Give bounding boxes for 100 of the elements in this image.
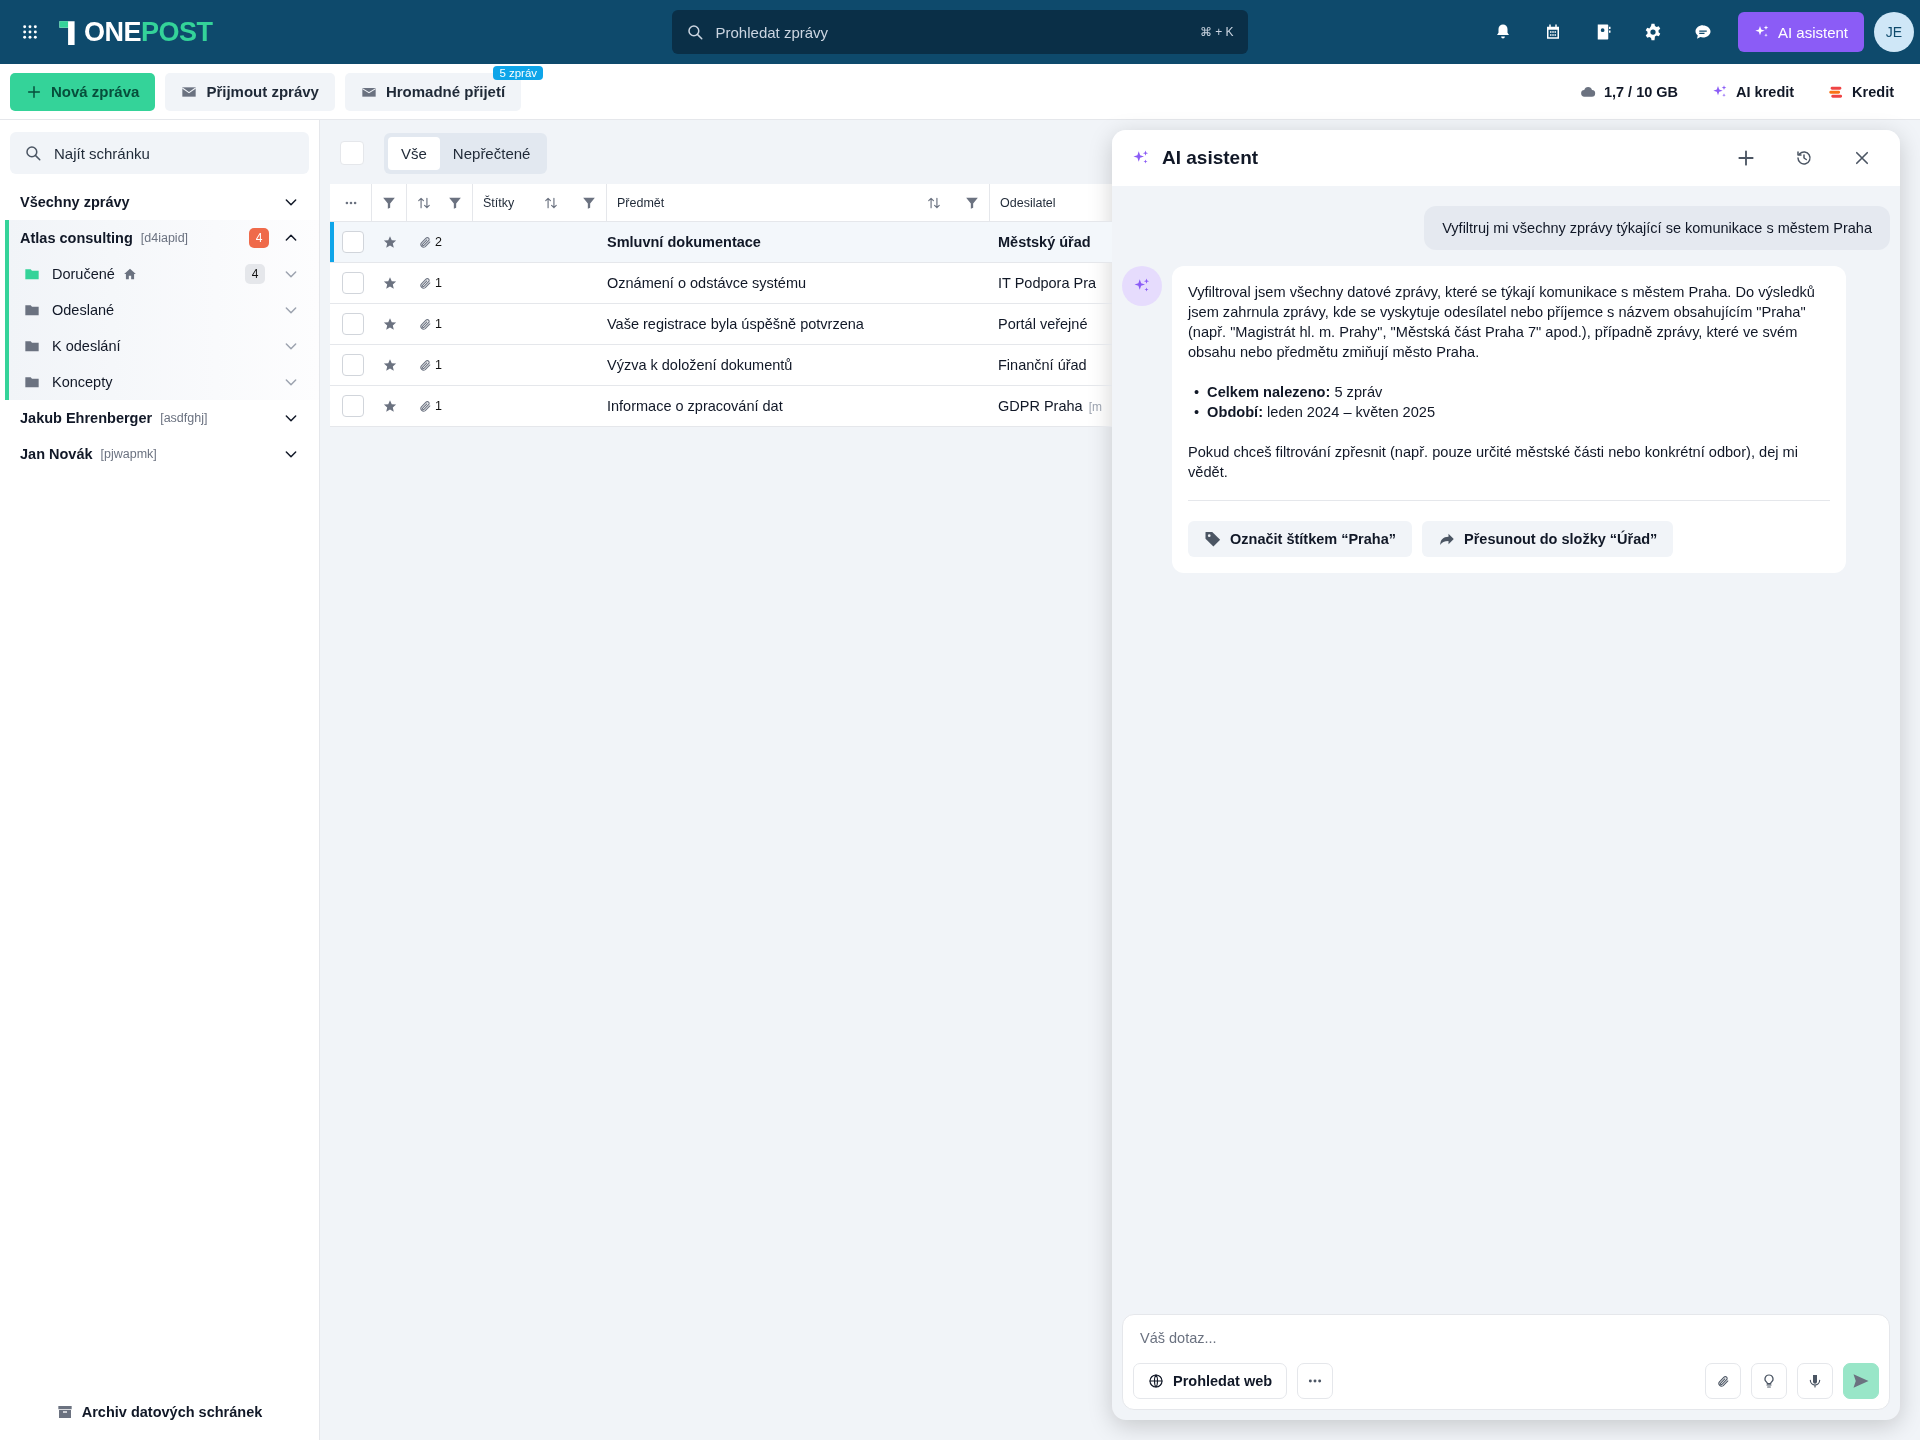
row-checkbox[interactable] bbox=[342, 272, 364, 294]
attachment-count: 1 bbox=[435, 358, 442, 372]
folder-item[interactable]: Koncepty bbox=[9, 364, 319, 400]
archive-box-icon bbox=[56, 1404, 73, 1420]
sparkle-icon bbox=[1133, 277, 1151, 295]
panel-title: AI asistent bbox=[1162, 147, 1260, 169]
paperclip-icon bbox=[419, 399, 432, 413]
message-row[interactable]: 2 Smluvní dokumentace Městský úřad bbox=[330, 222, 1112, 263]
mailbox-code: [asdfghj] bbox=[160, 411, 208, 425]
attach-button[interactable] bbox=[1705, 1363, 1741, 1399]
mailbox-item[interactable]: Jan Novák [pjwapmk] bbox=[0, 436, 319, 472]
reply-paragraph: Pokud chceš filtrování zpřesnit (např. pouze určité městské části nebo konkrétní odbor), dej mi vědět. bbox=[1188, 443, 1799, 482]
reply-bullet: Období: leden 2024 – květen 2025 bbox=[1207, 403, 1436, 422]
count-badge: 5 zpráv bbox=[493, 65, 544, 80]
search-field[interactable]: Prohledat zprávy bbox=[713, 22, 1190, 42]
filter-tab[interactable]: Vše bbox=[388, 136, 440, 170]
all-messages-item[interactable]: Všechny zprávy bbox=[0, 184, 319, 220]
folder-label: Doručené bbox=[52, 266, 115, 282]
message-sender: GDPR Praha bbox=[998, 398, 1083, 414]
paperclip-icon bbox=[1716, 1374, 1730, 1388]
sort-icon bbox=[544, 195, 558, 210]
message-sender: Finanční úřad bbox=[998, 357, 1087, 373]
tag-icon bbox=[1204, 530, 1222, 548]
column-header: Štítky bbox=[483, 195, 516, 210]
archive-link[interactable]: Archiv datových schránek bbox=[81, 1404, 263, 1420]
microphone-button[interactable] bbox=[1797, 1363, 1833, 1399]
message-row[interactable]: 1 Informace o zpracování dat GDPR Praha [m bbox=[330, 386, 1112, 427]
sort-icon bbox=[417, 195, 431, 210]
folder-item[interactable]: Doručené 4 bbox=[9, 256, 319, 292]
star-icon bbox=[382, 358, 397, 372]
reply-bullet: Celkem nalezeno: 5 zpráv bbox=[1207, 383, 1383, 402]
sparkle-icon bbox=[1132, 149, 1150, 167]
unread-badge: 4 bbox=[249, 228, 269, 248]
attachment-count: 1 bbox=[435, 276, 442, 290]
plus-icon bbox=[1736, 148, 1756, 168]
star-icon bbox=[382, 276, 397, 290]
message-subject: Informace o zpracování dat bbox=[607, 398, 784, 414]
mailbox-item[interactable]: Atlas consulting [d4iapid] 4 bbox=[9, 220, 319, 256]
paperclip-icon bbox=[419, 358, 432, 372]
suggested-action-button[interactable]: Přesunout do složky “Úřad” bbox=[1422, 521, 1674, 557]
idea-button[interactable] bbox=[1751, 1363, 1787, 1399]
search-icon bbox=[685, 23, 704, 41]
lightbulb-icon bbox=[1761, 1373, 1777, 1389]
mailbox-code: [d4iapid] bbox=[140, 231, 189, 245]
row-checkbox[interactable] bbox=[342, 395, 364, 417]
toolbar-button[interactable]: Přijmout zprávy bbox=[165, 72, 335, 111]
star-icon bbox=[382, 317, 397, 331]
filter-icon bbox=[448, 195, 462, 210]
mailbox-name: Atlas consulting bbox=[20, 230, 133, 246]
paperclip-icon bbox=[419, 276, 432, 290]
search-bar[interactable]: Prohledat zprávy ⌘ + K bbox=[671, 10, 1248, 54]
send-icon bbox=[1852, 1372, 1870, 1390]
plus-icon bbox=[26, 83, 42, 100]
message-row[interactable]: 1 Výzva k doložení dokumentů Finanční úřad bbox=[330, 345, 1112, 386]
ai-credit-link[interactable]: AI kredit bbox=[1736, 83, 1795, 100]
suggested-action-button[interactable]: Označit štítkem “Praha” bbox=[1188, 521, 1412, 557]
filter-icon bbox=[382, 195, 396, 210]
message-sender: Městský úřad bbox=[998, 234, 1091, 250]
paperclip-icon bbox=[419, 235, 432, 249]
globe-icon bbox=[1148, 1373, 1164, 1389]
folder-label: Koncepty bbox=[52, 374, 113, 390]
folder-item[interactable]: K odeslání bbox=[9, 328, 319, 364]
mailbox-search-field[interactable]: Najít schránku bbox=[52, 143, 295, 163]
message-subject: Výzva k doložení dokumentů bbox=[607, 357, 794, 373]
credit-link[interactable]: Kredit bbox=[1852, 83, 1894, 100]
chat-bubble-icon bbox=[1693, 23, 1712, 41]
attachment-count: 1 bbox=[435, 317, 442, 331]
sender-code: [m bbox=[1088, 400, 1102, 414]
bullet-marker: • bbox=[1194, 383, 1200, 402]
folder-item[interactable]: Odeslané bbox=[9, 292, 319, 328]
row-checkbox[interactable] bbox=[342, 354, 364, 376]
message-sender: Portál veřejné bbox=[998, 316, 1088, 332]
user-message: Vyfiltruj mi všechny zprávy týkající se komunikace s městem Praha bbox=[1424, 206, 1890, 250]
ai-assistant-button[interactable]: AI asistent bbox=[1737, 12, 1864, 52]
settings-icon bbox=[1643, 23, 1662, 41]
reply-paragraph: Vyfiltroval jsem všechny datové zprávy, které se týkají komunikace s městem Praha. Do výsledků jsem zahrnula zprávy, kde se vyskytuje odesílatel nebo příjemce s názvem obsahujícím "Praha" (např. "Magistrát hl. m. Prahy", "Městská část Praha 7" apod.), případně zprávy, které ve svém obsahu nebo předmětu zmiňují město Praha. bbox=[1188, 283, 1816, 362]
mailbox-search-bar[interactable]: Najít schránku bbox=[10, 132, 309, 174]
message-subject: Smluvní dokumentace bbox=[607, 234, 762, 250]
message-row[interactable]: 1 Vaše registrace byla úspěšně potvrzena Portál veřejné bbox=[330, 304, 1112, 345]
new-message-button[interactable]: Nová zpráva bbox=[10, 72, 156, 111]
column-header: Předmět bbox=[617, 195, 666, 210]
mailbox-code: [pjwapmk] bbox=[100, 447, 157, 461]
search-web-button[interactable]: Prohledat web bbox=[1133, 1363, 1288, 1399]
search-icon bbox=[24, 144, 42, 162]
row-checkbox[interactable] bbox=[342, 313, 364, 335]
count-badge: 4 bbox=[245, 264, 265, 284]
star-icon bbox=[382, 235, 397, 249]
user-avatar[interactable]: JE bbox=[1874, 12, 1914, 52]
filter-icon bbox=[582, 195, 596, 210]
message-subject: Vaše registrace byla úspěšně potvrzena bbox=[607, 316, 865, 332]
filter-tab[interactable]: Nepřečtené bbox=[439, 136, 544, 170]
close-icon bbox=[1853, 149, 1871, 167]
row-checkbox[interactable] bbox=[342, 231, 364, 253]
microphone-icon bbox=[1807, 1373, 1823, 1389]
message-row[interactable]: 1 Oznámení o odstávce systému IT Podpora Pra bbox=[330, 263, 1112, 304]
send-button[interactable] bbox=[1843, 1363, 1879, 1399]
mailbox-item[interactable]: Jakub Ehrenberger [asdfghj] bbox=[0, 400, 319, 436]
select-all-checkbox[interactable] bbox=[340, 141, 364, 165]
mailbox-name: Jan Novák bbox=[20, 446, 93, 462]
apps-grid-icon bbox=[22, 24, 38, 40]
